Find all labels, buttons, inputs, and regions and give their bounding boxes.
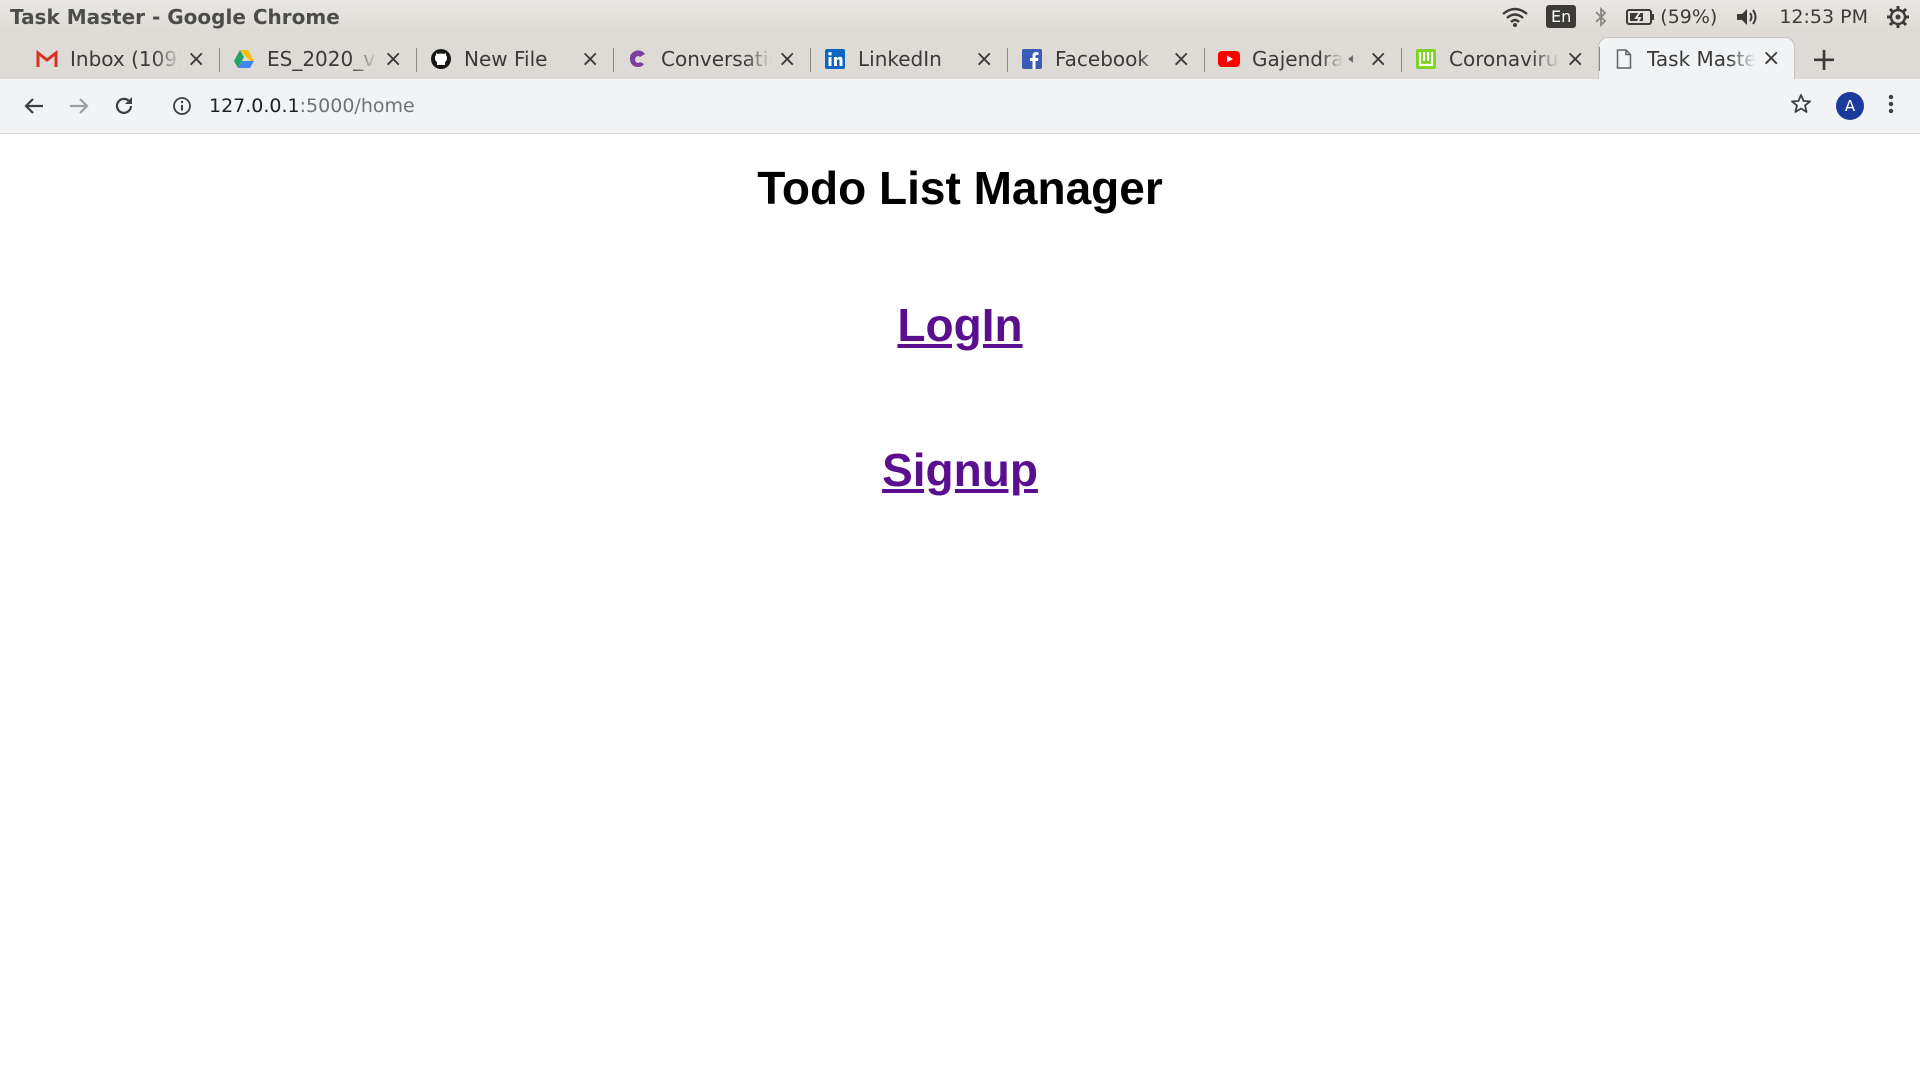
login-heading: LogIn <box>0 299 1920 359</box>
tab-coronavirus[interactable]: Coronavirus × <box>1401 39 1598 79</box>
youtube-icon <box>1218 48 1240 70</box>
bluetooth-icon[interactable] <box>1594 6 1608 28</box>
page-icon <box>1613 48 1635 70</box>
url-host: 127.0.0.1 <box>209 95 300 117</box>
gmail-icon <box>36 48 58 70</box>
signup-link[interactable]: Signup <box>882 444 1038 496</box>
browser-tab-strip: Inbox (109) × ES_2020_vi × New File × Co… <box>0 33 1920 79</box>
tab-title: Task Master <box>1647 46 1756 71</box>
new-tab-button[interactable]: + <box>1801 39 1847 79</box>
avatar[interactable]: A <box>1836 92 1864 120</box>
system-indicators: En (59%) 12:53 PM <box>1502 5 1910 29</box>
close-icon[interactable]: × <box>778 47 796 72</box>
reload-icon <box>115 97 133 114</box>
power-settings-icon[interactable] <box>1886 5 1910 29</box>
toolbar-actions: A <box>1790 92 1894 120</box>
tab-title: Gajendra <box>1252 47 1343 71</box>
close-icon[interactable]: × <box>975 47 993 72</box>
tab-conversations[interactable]: Conversations × <box>613 39 810 79</box>
info-icon[interactable] <box>169 93 195 119</box>
tab-title: Conversations <box>661 47 772 71</box>
tab-title: New File <box>464 47 548 71</box>
close-icon[interactable]: × <box>1566 47 1584 72</box>
volume-icon[interactable] <box>1735 6 1761 28</box>
coronavirus-icon <box>1415 48 1437 70</box>
tab-google-drive[interactable]: ES_2020_vi × <box>219 39 416 79</box>
forward-arrow-icon <box>70 98 89 114</box>
wifi-icon[interactable] <box>1502 7 1528 27</box>
speaker-icon[interactable]: 🔈︎ <box>1349 51 1357 67</box>
page-title: Todo List Manager <box>757 162 1163 214</box>
tab-github[interactable]: New File × <box>416 39 613 79</box>
linkedin-icon <box>824 48 846 70</box>
url-path: :5000/home <box>299 95 415 117</box>
close-icon[interactable]: × <box>1762 46 1780 71</box>
browser-toolbar: 127.0.0.1:5000/home A <box>0 79 1920 134</box>
clock[interactable]: 12:53 PM <box>1779 6 1868 28</box>
back-arrow-icon <box>24 98 43 114</box>
tab-linkedin[interactable]: LinkedIn × <box>810 39 1007 79</box>
forward-button[interactable] <box>59 86 99 126</box>
signup-heading: Signup <box>0 444 1920 504</box>
tab-title: Coronavirus <box>1449 47 1560 71</box>
battery-percentage: (59%) <box>1660 5 1718 28</box>
google-drive-icon <box>233 48 255 70</box>
more-menu-icon[interactable] <box>1888 93 1894 119</box>
bookmark-star-icon[interactable] <box>1790 93 1812 119</box>
close-icon[interactable]: × <box>1369 47 1387 72</box>
keyboard-language-indicator[interactable]: En <box>1546 5 1577 28</box>
close-icon[interactable]: × <box>187 47 205 72</box>
tab-youtube[interactable]: Gajendra 🔈︎ × <box>1204 39 1401 79</box>
close-icon[interactable]: × <box>581 47 599 72</box>
tab-title: Facebook <box>1055 47 1149 71</box>
os-top-bar: Task Master - Google Chrome En (59%) 12:… <box>0 0 1920 33</box>
github-icon <box>430 48 452 70</box>
back-button[interactable] <box>14 86 54 126</box>
tab-facebook[interactable]: Facebook × <box>1007 39 1204 79</box>
tab-task-master[interactable]: Task Master × <box>1598 37 1795 79</box>
tab-inbox[interactable]: Inbox (109) × <box>22 39 219 79</box>
address-bar[interactable]: 127.0.0.1:5000/home <box>169 86 1790 126</box>
tab-title: Inbox (109) <box>70 47 181 71</box>
close-icon[interactable]: × <box>384 47 402 72</box>
login-link[interactable]: LogIn <box>897 299 1022 351</box>
facebook-icon <box>1021 48 1043 70</box>
close-icon[interactable]: × <box>1172 47 1190 72</box>
reload-button[interactable] <box>104 86 144 126</box>
tab-title: ES_2020_vi <box>267 47 378 71</box>
battery-indicator[interactable]: (59%) <box>1626 6 1717 28</box>
page-content: Todo List Manager LogIn Signup <box>0 134 1920 1080</box>
tab-title: LinkedIn <box>858 47 942 71</box>
conversation-icon <box>627 48 649 70</box>
window-title: Task Master - Google Chrome <box>10 4 340 29</box>
